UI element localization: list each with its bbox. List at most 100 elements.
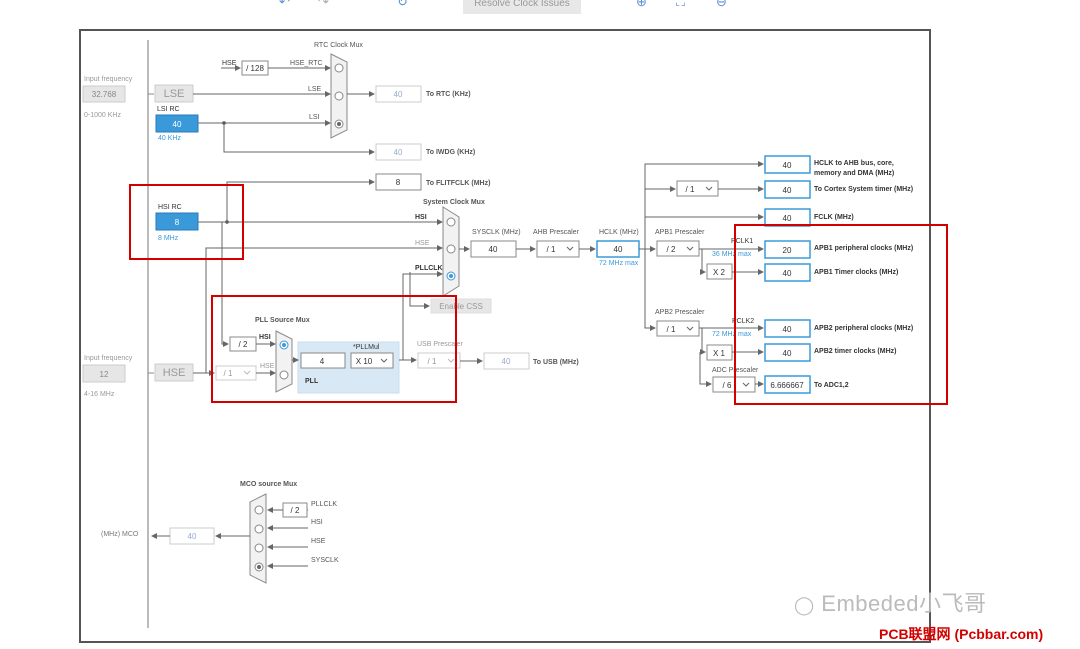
- rtc-mux-radio-hse[interactable]: [334, 63, 344, 73]
- lse-label: LSE: [164, 88, 185, 100]
- apb1-prescaler-select[interactable]: [656, 240, 700, 257]
- hsi-unit: 8 MHz: [158, 235, 179, 242]
- lse-range-label: 0-1000 KHz: [84, 112, 121, 119]
- system-clock-mux-title: System Clock Mux: [423, 199, 485, 206]
- cortex-output-label: To Cortex System timer (MHz): [814, 186, 913, 193]
- hse-range-label: 4-16 MHz: [84, 391, 115, 398]
- hsi-value: 8: [175, 218, 180, 227]
- fclk-output-value: 40: [783, 214, 792, 223]
- watermark-brand-text: Embeded小飞哥: [821, 591, 987, 616]
- ahb-output-label-2: memory and DMA (MHz): [814, 170, 894, 177]
- rtc-hse-rtc-label: HSE_RTC: [290, 60, 323, 67]
- adc-output-label: To ADC1,2: [814, 382, 849, 389]
- sysmux-pllclk-label: PLLCLK: [415, 265, 443, 272]
- ahb-prescaler-select[interactable]: [536, 240, 580, 258]
- hse-input-frequency-label: Input frequency: [84, 355, 133, 362]
- apb1-prescaler-value: / 2: [667, 245, 676, 254]
- usb-prescaler-select[interactable]: [417, 352, 461, 369]
- fclk-output-label: FCLK (MHz): [814, 214, 854, 221]
- apb1-timer-value: 40: [783, 269, 792, 278]
- pll-source-radio-hse[interactable]: [279, 370, 289, 380]
- cortex-prescaler-select[interactable]: [676, 180, 719, 197]
- mco-div2: / 2: [291, 506, 300, 515]
- watermark-brand: ◯ Embeded小飞哥: [794, 586, 986, 618]
- apb2-timer-multiplier-value: X 1: [713, 349, 726, 358]
- hse-frequency-value: 12: [100, 370, 109, 379]
- sysmux-radio-hsi[interactable]: [446, 217, 456, 227]
- adc-output-value: 6.666667: [770, 381, 804, 390]
- ahb-output-label-1: HCLK to AHB bus, core,: [814, 160, 894, 167]
- lsi-value: 40: [173, 120, 182, 129]
- rtc-mux-radio-lse[interactable]: [334, 91, 344, 101]
- mco-output-value: 40: [188, 532, 197, 541]
- rtc-lse-label: LSE: [308, 86, 322, 93]
- pll-label: PLL: [305, 378, 319, 385]
- ahb-prescaler-label: AHB Prescaler: [533, 229, 580, 236]
- cortex-prescaler-value: / 1: [686, 185, 695, 194]
- sysmux-hsi-label: HSI: [415, 214, 427, 221]
- pll-source-mux-shape[interactable]: [275, 330, 293, 393]
- rtc-hse-label: HSE: [222, 60, 237, 67]
- hclk-value: 40: [614, 245, 623, 254]
- apb1-peripheral-value: 20: [783, 246, 792, 255]
- pll-hsi-label: HSI: [259, 334, 271, 341]
- sysclk-value: 40: [489, 245, 498, 254]
- rtc-div128: / 128: [246, 64, 264, 73]
- sysmux-radio-hse[interactable]: [446, 244, 456, 254]
- lsi-rc-label: LSI RC: [157, 106, 180, 113]
- apb1-prescaler-label: APB1 Prescaler: [655, 229, 705, 236]
- hclk-label: HCLK (MHz): [599, 229, 639, 236]
- mco-radio-hse[interactable]: [254, 543, 264, 553]
- usb-output-label: To USB (MHz): [533, 359, 579, 366]
- mco-hsi-label: HSI: [311, 519, 323, 526]
- apb1-peripheral-label: APB1 peripheral clocks (MHz): [814, 245, 913, 252]
- rtc-lsi-label: LSI: [309, 114, 320, 121]
- mco-label: (MHz) MCO: [101, 531, 139, 538]
- ahb-prescaler-value: / 1: [547, 245, 556, 254]
- iwdg-output-value: 40: [394, 148, 403, 157]
- hsi-rc-label: HSI RC: [158, 204, 182, 211]
- lse-frequency-value: 32.768: [92, 90, 117, 99]
- mco-mux-title: MCO source Mux: [240, 481, 297, 488]
- rtc-output-value: 40: [394, 90, 403, 99]
- hse-prediv-value: / 1: [224, 369, 233, 378]
- cortex-output-value: 40: [783, 186, 792, 195]
- usb-prescaler-value: / 1: [428, 357, 437, 366]
- hclk-max: 72 MHz max: [599, 260, 639, 267]
- pllmul-value: X 10: [356, 357, 373, 366]
- rtc-output-label: To RTC (KHz): [426, 91, 471, 98]
- apb2-timer-label: APB2 timer clocks (MHz): [814, 348, 896, 355]
- apb2-prescaler-label: APB2 Prescaler: [655, 309, 705, 316]
- mco-radio-hsi[interactable]: [254, 524, 264, 534]
- clock-tree-diagram: Input frequency 32.768 0-1000 KHz LSE LS…: [79, 29, 948, 643]
- hse-prediv-select[interactable]: [215, 365, 257, 381]
- apb2-peripheral-value: 40: [783, 325, 792, 334]
- watermark-site: PCB联盟网 (Pcbbar.com): [879, 626, 1044, 642]
- pllmul-label: *PLLMul: [353, 344, 380, 351]
- pll-hse-label: HSE: [260, 363, 275, 370]
- apb1-timer-multiplier-value: X 2: [713, 268, 726, 277]
- mco-pllclk-label: PLLCLK: [311, 501, 337, 508]
- iwdg-output-label: To IWDG (KHz): [426, 149, 475, 156]
- sysclk-label: SYSCLK (MHz): [472, 229, 521, 236]
- mco-sysclk-label: SYSCLK: [311, 557, 339, 564]
- ahb-output-value: 40: [783, 161, 792, 170]
- wechat-icon: ◯: [794, 595, 815, 615]
- mco-radio-pllclk[interactable]: [254, 505, 264, 515]
- apb2-peripheral-label: APB2 peripheral clocks (MHz): [814, 325, 913, 332]
- mco-hse-label: HSE: [311, 538, 326, 545]
- apb1-timer-label: APB1 Timer clocks (MHz): [814, 269, 898, 276]
- lse-input-frequency-label: Input frequency: [84, 76, 133, 83]
- sysmux-hse-label: HSE: [415, 240, 430, 247]
- pll-input-value: 4: [320, 357, 325, 366]
- pll-hsi-div2: / 2: [239, 340, 248, 349]
- enable-css-label: Enable CSS: [439, 302, 483, 311]
- apb2-prescaler-select[interactable]: [656, 320, 700, 337]
- apb2-max: 72 MHz max: [712, 331, 752, 338]
- apb2-timer-value: 40: [783, 349, 792, 358]
- usb-output-value: 40: [502, 357, 511, 366]
- flitf-output-value: 8: [396, 178, 401, 187]
- adc-prescaler-value: / 6: [723, 381, 732, 390]
- pll-source-mux-title: PLL Source Mux: [255, 317, 310, 324]
- apb1-max: 36 MHz max: [712, 251, 752, 258]
